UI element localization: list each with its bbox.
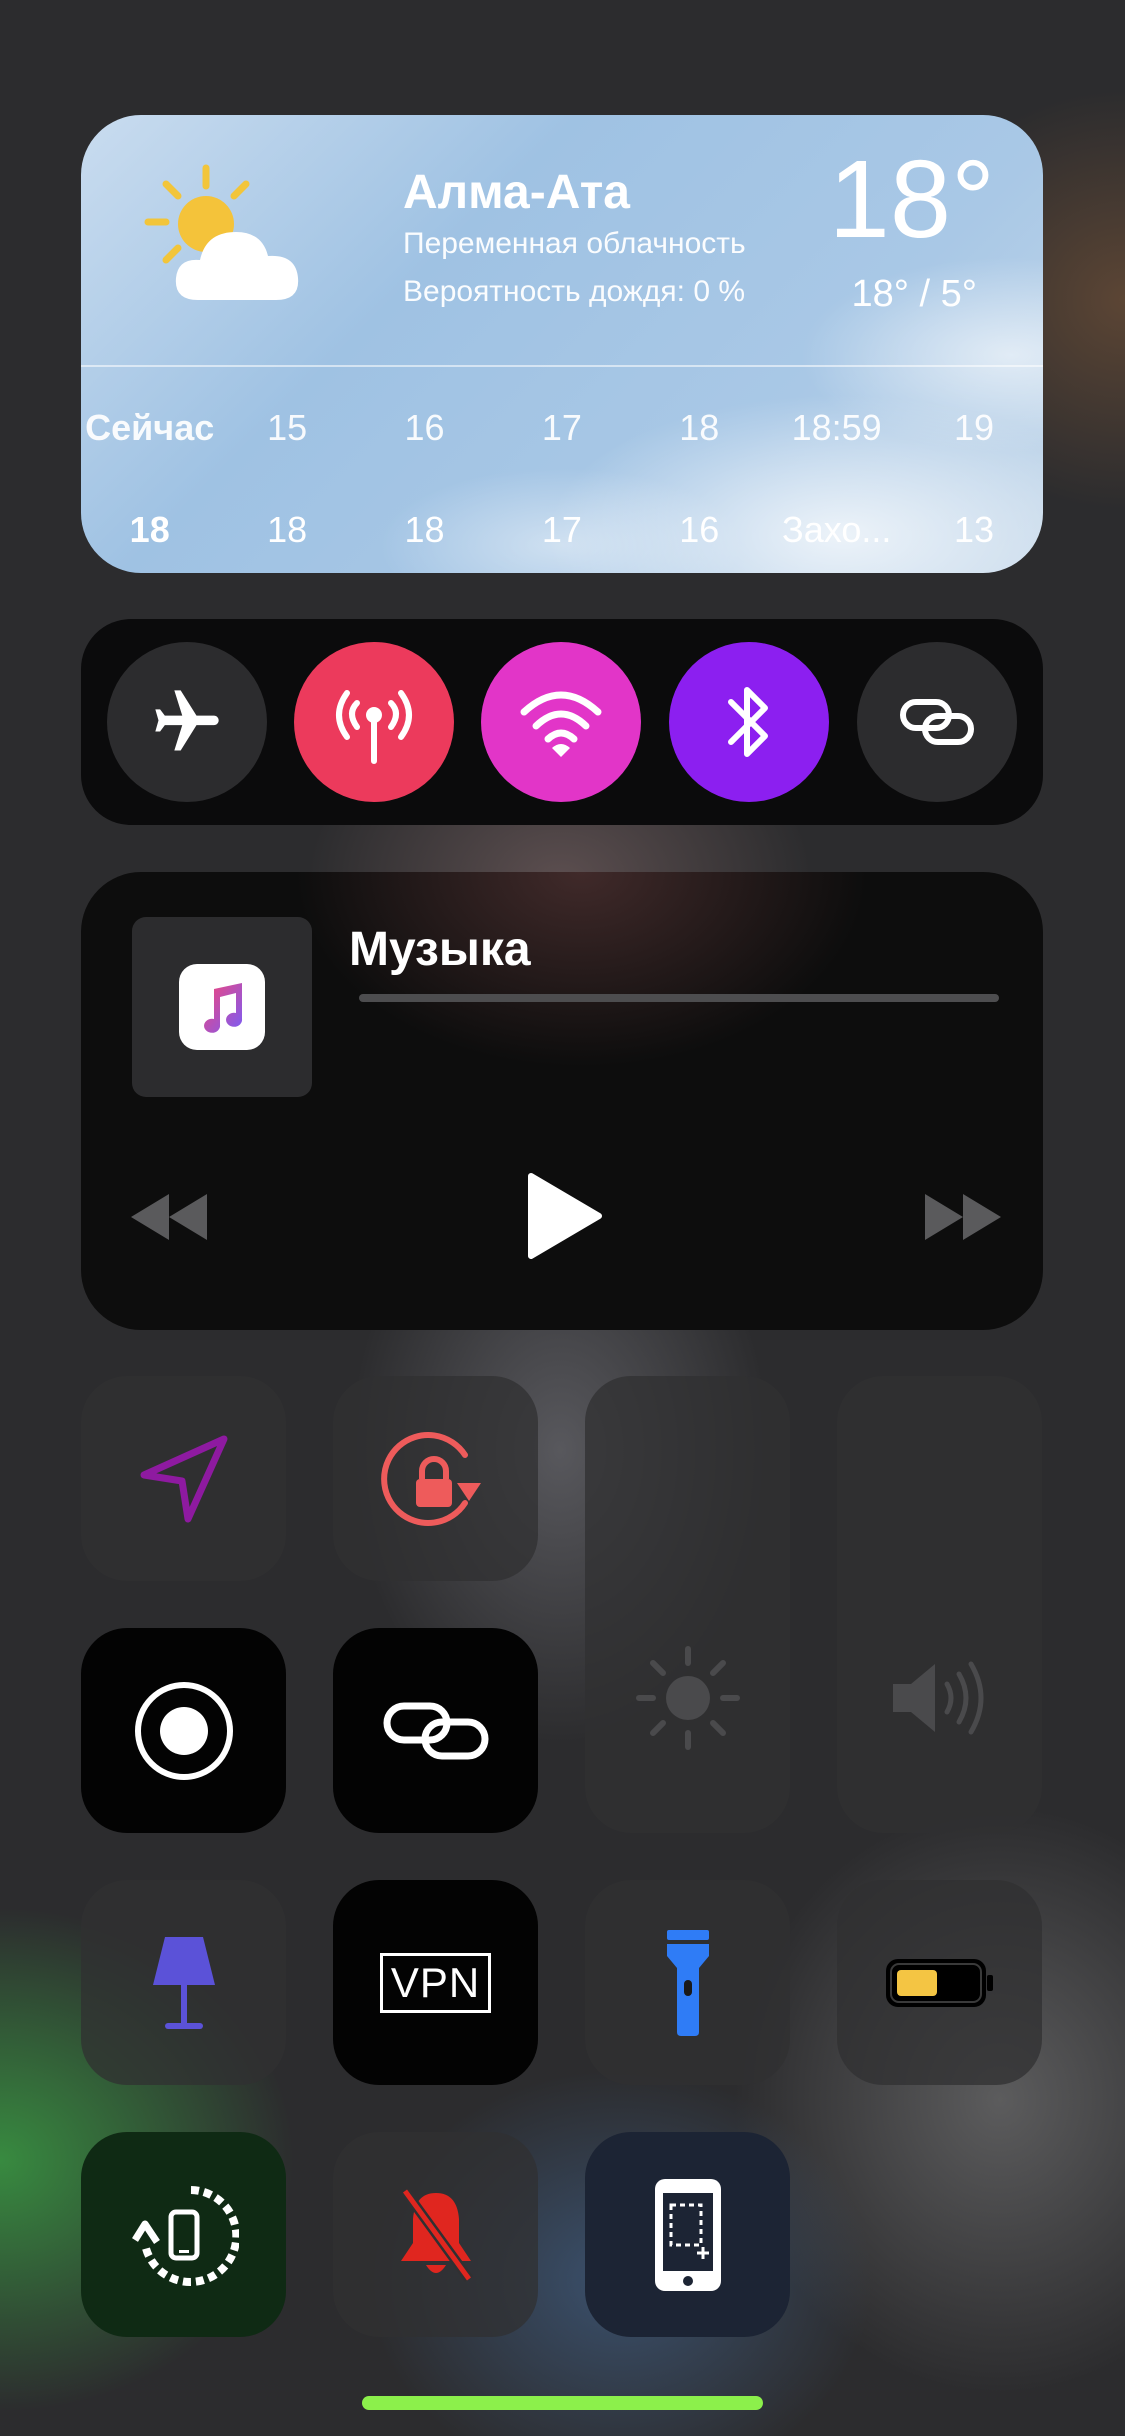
record-icon [134, 1681, 233, 1780]
hour-label: 19 [954, 407, 995, 448]
wifi-icon [520, 691, 602, 757]
antenna-icon [336, 690, 412, 764]
brightness-slider[interactable] [585, 1376, 790, 1833]
music-progress-bar[interactable] [359, 994, 999, 1002]
wifi-toggle[interactable] [481, 642, 641, 802]
link-icon [383, 1702, 488, 1759]
hour-value: 18 [404, 509, 445, 550]
weather-condition: Переменная облачность [403, 227, 746, 260]
weather-high-low: 18° / 5° [851, 273, 977, 315]
screen-record-button[interactable] [81, 1628, 286, 1833]
music-note-icon [204, 983, 243, 1033]
phone-sync-icon [131, 2185, 239, 2286]
hour-value: 16 [679, 509, 720, 550]
hour-label: Сейчас [85, 407, 215, 448]
connectivity-module [81, 619, 1043, 825]
silent-mode-button[interactable] [333, 2132, 538, 2337]
battery-icon [885, 1958, 993, 2007]
link-shortcut-button[interactable] [333, 1628, 538, 1833]
hour-value: Захо... [781, 509, 892, 550]
volume-slider[interactable] [837, 1376, 1042, 1833]
weather-rain-chance: Вероятность дождя: 0 % [403, 275, 746, 308]
hour-value: 18 [267, 509, 308, 550]
cellular-data-toggle[interactable] [294, 642, 454, 802]
hour-label: 18 [679, 407, 720, 448]
bell-slash-icon [400, 2187, 473, 2282]
hour-label: 17 [541, 407, 582, 448]
hour-label: 18:59 [791, 407, 882, 448]
partly-cloudy-icon [144, 164, 299, 300]
lamp-button[interactable] [81, 1880, 286, 2085]
vpn-button[interactable]: VPN [333, 1880, 538, 2085]
airplane-mode-toggle[interactable] [107, 642, 267, 802]
fast-forward-icon[interactable] [923, 1192, 1003, 1242]
flashlight-button[interactable] [585, 1880, 790, 2085]
music-player: Музыка [81, 872, 1043, 1330]
weather-hourly-values: 18 18 18 17 16 Захо... 13 [81, 509, 1043, 551]
hour-value: 18 [129, 509, 170, 550]
weather-widget[interactable]: Алма-Ата Переменная облачность Вероятнос… [81, 115, 1043, 573]
bluetooth-icon [728, 687, 768, 757]
rotation-lock-icon [380, 1431, 481, 1526]
screenshot-button[interactable] [585, 2132, 790, 2337]
weather-divider [81, 365, 1043, 367]
location-arrow-icon [140, 1435, 227, 1522]
rewind-icon[interactable] [129, 1192, 209, 1242]
music-artwork[interactable] [132, 917, 312, 1097]
sun-icon [635, 1646, 740, 1750]
sync-button[interactable] [81, 2132, 286, 2337]
personal-hotspot-toggle[interactable] [857, 642, 1017, 802]
hour-value: 17 [541, 509, 582, 550]
low-power-mode-button[interactable] [837, 1880, 1042, 2085]
bluetooth-toggle[interactable] [669, 642, 829, 802]
link-icon [900, 699, 974, 745]
home-indicator[interactable] [362, 2396, 763, 2410]
hour-value: 13 [954, 509, 995, 550]
music-title: Музыка [349, 923, 531, 976]
location-services-button[interactable] [81, 1376, 286, 1581]
speaker-icon [892, 1661, 983, 1735]
lamp-icon [152, 1936, 215, 2029]
flashlight-icon [666, 1929, 709, 2036]
hour-label: 15 [267, 407, 308, 448]
hour-label: 16 [404, 407, 445, 448]
vpn-label: VPN [379, 1952, 492, 2013]
rotation-lock-button[interactable] [333, 1376, 538, 1581]
weather-hourly-times: Сейчас 15 16 17 18 18:59 19 [81, 407, 1043, 449]
weather-city: Алма-Ата [403, 166, 630, 219]
weather-temperature: 18° [828, 138, 995, 261]
play-icon[interactable] [527, 1172, 603, 1260]
phone-screenshot-icon [654, 2178, 721, 2291]
airplane-icon [155, 690, 219, 751]
